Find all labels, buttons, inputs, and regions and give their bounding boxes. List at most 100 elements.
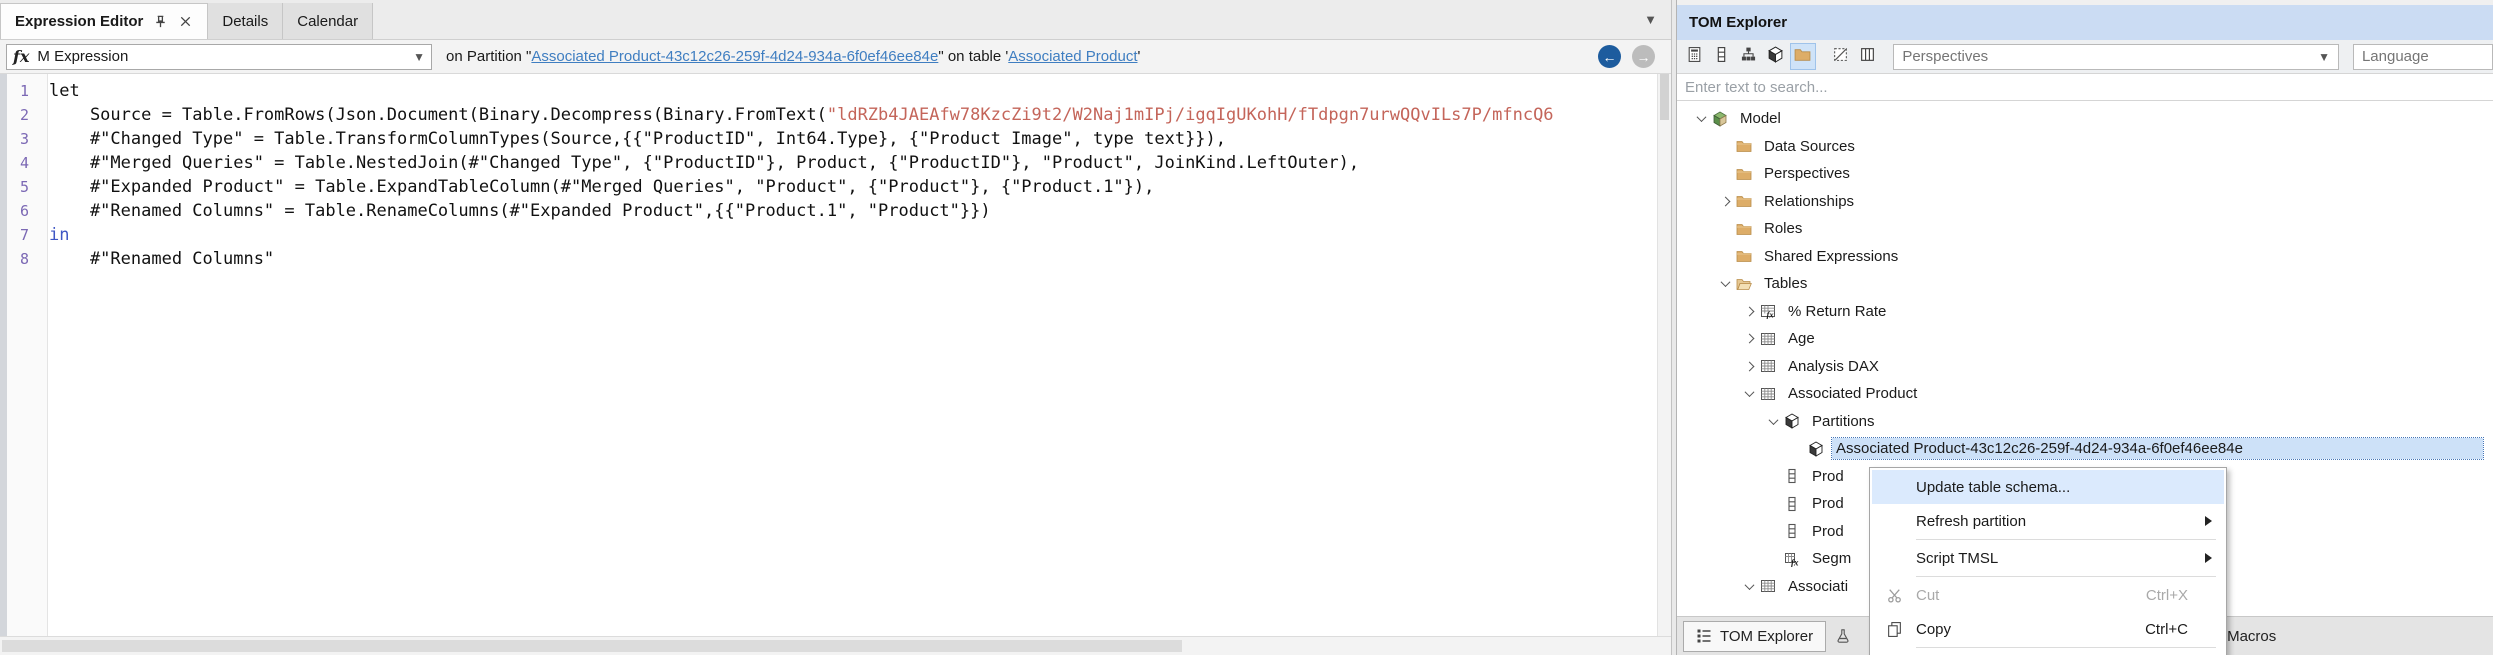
tab-label: Expression Editor xyxy=(15,13,144,30)
flask-icon xyxy=(1835,628,1851,644)
partition-filter-icon xyxy=(1767,46,1784,68)
line-number: 5 xyxy=(20,178,30,196)
tree-item--return-rate[interactable]: fx % Return Rate xyxy=(1677,298,2493,326)
chevron-expanded-icon[interactable] xyxy=(1691,109,1711,129)
menu-item-copy[interactable]: Copy Ctrl+C xyxy=(1872,612,2224,646)
language-value: Language xyxy=(2361,48,2429,65)
table-icon xyxy=(1759,330,1777,348)
tab-details[interactable]: Details xyxy=(208,3,284,39)
menu-item-partial[interactable] xyxy=(1872,649,2224,655)
folder-open-icon xyxy=(1735,275,1753,293)
table-columns-button[interactable] xyxy=(1854,43,1880,70)
chevron-slot xyxy=(1715,246,1735,266)
horizontal-scrollbar[interactable] xyxy=(0,636,1671,655)
tree-item-tables[interactable]: Tables xyxy=(1677,270,2493,298)
tree-item-label: Prod xyxy=(1812,467,1844,485)
tree-item-label: Age xyxy=(1788,330,1815,348)
column-filter-button[interactable] xyxy=(1709,43,1735,70)
menu-item-script-tmsl[interactable]: Script TMSL xyxy=(1872,541,2224,575)
code-line: let xyxy=(49,81,80,101)
folder-filter-button[interactable] xyxy=(1789,43,1816,70)
chevron-expanded-icon[interactable] xyxy=(1715,274,1735,294)
chevron-collapsed-icon[interactable] xyxy=(1715,191,1735,211)
code-line: Source = Table.FromRows(Json.Document(Bi… xyxy=(49,105,1554,125)
partition-icon xyxy=(1807,440,1825,458)
dock-tab-label: Macros xyxy=(2227,627,2277,645)
chevron-collapsed-icon[interactable] xyxy=(1739,329,1759,349)
tree-item-shared-expressions[interactable]: Shared Expressions xyxy=(1677,243,2493,271)
tree-item-label: % Return Rate xyxy=(1788,302,1887,320)
partition-filter-button[interactable] xyxy=(1763,43,1789,70)
menu-item-update-table-schema[interactable]: Update table schema... xyxy=(1872,470,2224,504)
tab-calendar[interactable]: Calendar xyxy=(283,3,374,39)
navigate-forward-button[interactable]: → xyxy=(1632,45,1655,68)
code-lines: let Source = Table.FromRows(Json.Documen… xyxy=(49,74,1657,636)
pin-icon[interactable] xyxy=(153,14,168,29)
dock-tab-tom-explorer[interactable]: TOM Explorer xyxy=(1683,620,1827,652)
tree-item-age[interactable]: Age xyxy=(1677,325,2493,353)
breadcrumb: on Partition "Associated Product-43c12c2… xyxy=(446,48,1140,65)
close-icon[interactable] xyxy=(178,14,193,29)
code-line: #"Merged Queries" = Table.NestedJoin(#"C… xyxy=(49,153,1360,173)
tree-item-label: Prod xyxy=(1812,522,1844,540)
language-dropdown[interactable]: Language xyxy=(2352,43,2493,70)
table-icon xyxy=(1759,357,1777,375)
chevron-down-icon: ▼ xyxy=(2318,49,2330,64)
menu-separator xyxy=(1916,539,2216,540)
calculator-icon xyxy=(1686,46,1703,68)
dock-tab-label: TOM Explorer xyxy=(1720,627,1814,645)
tree-item-partitions[interactable]: Partitions xyxy=(1677,408,2493,436)
code-line: #"Renamed Columns" xyxy=(49,249,275,269)
table-link[interactable]: Associated Product xyxy=(1008,48,1137,65)
tab-list-dropdown-icon[interactable]: ▼ xyxy=(1644,12,1657,27)
calculator-button[interactable] xyxy=(1682,43,1708,70)
tab-label: Details xyxy=(222,12,269,30)
breadcrumb-text: on Partition " xyxy=(446,48,532,65)
panel-title: TOM Explorer xyxy=(1677,5,2493,40)
tree-item-model[interactable]: Model xyxy=(1677,105,2493,133)
code-line: #"Changed Type" = Table.TransformColumnT… xyxy=(49,129,1227,149)
search-input[interactable]: Enter text to search... xyxy=(1677,74,2493,101)
chevron-expanded-icon[interactable] xyxy=(1739,384,1759,404)
column-filter-icon xyxy=(1713,46,1730,68)
tree-item-perspectives[interactable]: Perspectives xyxy=(1677,160,2493,188)
menu-item-cut: Cut Ctrl+X xyxy=(1872,578,2224,612)
dock-tab-flask[interactable] xyxy=(1826,621,1860,652)
code-editor[interactable]: 1 2 3 4 5 6 7 8 let Source = Table.FromRows(Jso… xyxy=(0,74,1671,636)
chevron-expanded-icon[interactable] xyxy=(1763,411,1783,431)
expression-type-dropdown[interactable]: fx M Expression ▼ xyxy=(6,43,432,70)
chevron-expanded-icon[interactable] xyxy=(1739,576,1759,596)
tree-item-roles[interactable]: Roles xyxy=(1677,215,2493,243)
code-line: in xyxy=(49,225,70,245)
menu-item-refresh-partition[interactable]: Refresh partition xyxy=(1872,504,2224,538)
table-fx-icon: fx xyxy=(1759,302,1777,320)
tree-item-analysis-dax[interactable]: Analysis DAX xyxy=(1677,353,2493,381)
perspectives-value: Perspectives xyxy=(1902,48,1989,65)
menu-separator xyxy=(1916,576,2216,577)
vertical-scrollbar[interactable] xyxy=(1657,74,1671,636)
breadcrumb-text: ' xyxy=(1137,48,1141,65)
copy-icon xyxy=(1872,621,1916,638)
hierarchy-button[interactable] xyxy=(1736,43,1762,70)
submenu-arrow-icon xyxy=(2205,553,2212,563)
menu-item-label: Script TMSL xyxy=(1916,549,1999,567)
chevron-collapsed-icon[interactable] xyxy=(1739,301,1759,321)
expression-toolbar: fx M Expression ▼ on Partition "Associat… xyxy=(0,40,1671,74)
chevron-slot xyxy=(1715,136,1735,156)
navigate-back-button[interactable]: ← xyxy=(1598,45,1621,68)
tree-item-associated-product-43c12c26-259f-4d24-93[interactable]: Associated Product-43c12c26-259f-4d24-93… xyxy=(1677,435,2493,463)
tree-item-label: Partitions xyxy=(1812,412,1875,430)
tab-expression-editor[interactable]: Expression Editor xyxy=(0,3,209,39)
tree-item-data-sources[interactable]: Data Sources xyxy=(1677,133,2493,161)
hide-empty-button[interactable] xyxy=(1827,43,1853,70)
tom-explorer-toolbar: Perspectives ▼ Language xyxy=(1677,40,2493,74)
column-icon xyxy=(1783,467,1801,485)
chevron-collapsed-icon[interactable] xyxy=(1739,356,1759,376)
tree-item-associated-product[interactable]: Associated Product xyxy=(1677,380,2493,408)
context-menu: Update table schema... Refresh partition S… xyxy=(1869,467,2227,655)
partition-link[interactable]: Associated Product-43c12c26-259f-4d24-93… xyxy=(531,48,938,65)
line-number: 3 xyxy=(20,130,30,148)
fx-icon: fx xyxy=(13,47,30,66)
tree-item-relationships[interactable]: Relationships xyxy=(1677,188,2493,216)
perspectives-dropdown[interactable]: Perspectives ▼ xyxy=(1893,43,2339,70)
